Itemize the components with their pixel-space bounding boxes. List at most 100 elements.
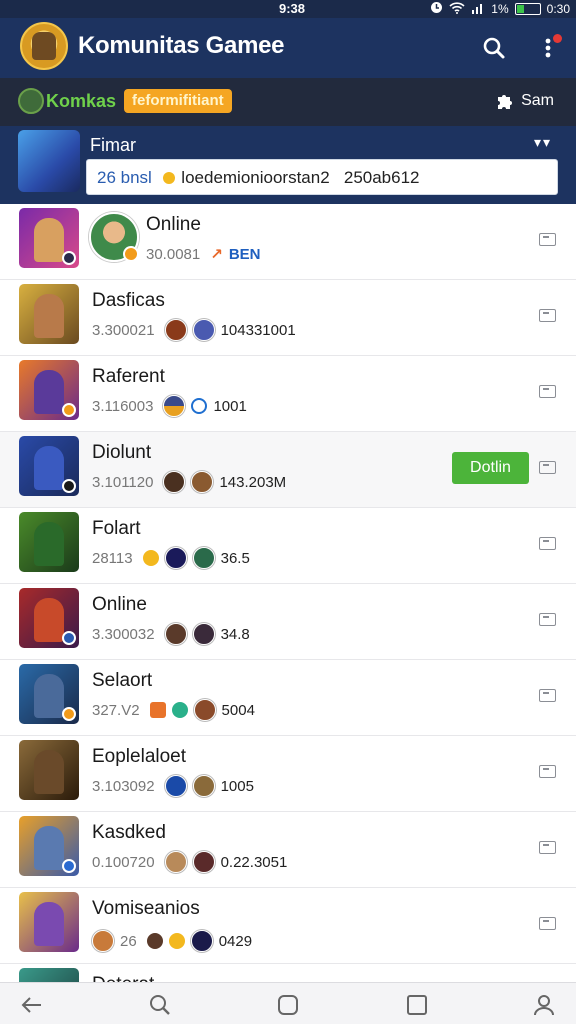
member-avatar bbox=[192, 851, 215, 873]
item-title: Online bbox=[92, 594, 147, 615]
item-title: Vomiseanios bbox=[92, 898, 200, 919]
member-avatar bbox=[192, 547, 215, 569]
list-item[interactable]: 26 0429 Vomiseanios bbox=[0, 888, 576, 964]
list-item[interactable]: Online 30.0081 ↗ BEN bbox=[0, 204, 576, 280]
more-button[interactable] bbox=[534, 34, 562, 62]
featured-card[interactable]: Fimar ▾▾ 26 bnsl loedemionioorstan2 250a… bbox=[0, 126, 576, 204]
signal-icon bbox=[471, 2, 485, 17]
member-avatar bbox=[163, 471, 186, 493]
game-thumbnail bbox=[19, 512, 79, 572]
list-item[interactable]: Raferent 3.116003 1001 bbox=[0, 356, 576, 432]
community-icon bbox=[18, 88, 44, 114]
message-icon[interactable] bbox=[539, 385, 556, 398]
nav-search[interactable] bbox=[146, 991, 174, 1019]
item-code: 3.300032 bbox=[92, 625, 155, 643]
member-avatar bbox=[191, 471, 214, 493]
item-value: 5004 bbox=[221, 701, 255, 719]
item-value: 34.8 bbox=[220, 625, 250, 643]
list-item[interactable]: Diolunt 3.101120 143.203M Dotlin bbox=[0, 432, 576, 508]
game-thumbnail bbox=[19, 360, 79, 420]
game-thumbnail bbox=[19, 740, 79, 800]
member-avatar bbox=[193, 699, 216, 721]
coin-icon bbox=[162, 172, 175, 184]
item-title: Selaort bbox=[92, 670, 153, 691]
item-meta: 26 0429 bbox=[92, 928, 252, 954]
arrow-icon: ↗ bbox=[210, 246, 223, 263]
download-button[interactable]: Dotlin bbox=[452, 452, 529, 484]
item-value: 104331001 bbox=[220, 321, 296, 339]
gift-icon bbox=[149, 702, 166, 718]
list-item[interactable]: Folart 28113 36.5 bbox=[0, 508, 576, 584]
puzzle-icon bbox=[498, 95, 513, 109]
coin-icon bbox=[168, 933, 185, 949]
message-icon[interactable] bbox=[539, 613, 556, 626]
message-icon[interactable] bbox=[539, 537, 556, 550]
back-icon bbox=[21, 997, 41, 1013]
item-title: Folart bbox=[92, 518, 141, 539]
member-avatar bbox=[192, 623, 215, 645]
logo-character bbox=[32, 32, 56, 60]
chevron-down-icon[interactable]: ▾▾ bbox=[534, 134, 552, 151]
game-thumbnail bbox=[19, 284, 79, 344]
item-value: 0429 bbox=[218, 932, 253, 950]
member-avatar bbox=[164, 623, 187, 645]
item-value: 143.203M bbox=[219, 473, 287, 491]
item-code: 3.116003 bbox=[92, 397, 154, 415]
message-icon[interactable] bbox=[539, 689, 556, 702]
notification-dot bbox=[553, 34, 562, 43]
battery-percent: 1% bbox=[491, 2, 509, 16]
item-title: Diolunt bbox=[92, 442, 152, 463]
member-avatar bbox=[163, 395, 186, 417]
item-value: 1005 bbox=[220, 777, 254, 795]
message-icon[interactable] bbox=[539, 917, 556, 930]
item-code: 3.101120 bbox=[92, 473, 154, 491]
message-icon[interactable] bbox=[539, 461, 556, 474]
message-icon[interactable] bbox=[539, 309, 556, 322]
game-thumbnail bbox=[19, 816, 79, 876]
status-icon bbox=[171, 702, 188, 718]
item-title: Kasdked bbox=[92, 822, 166, 843]
item-code: 30.0081 bbox=[146, 245, 201, 263]
list-item[interactable]: Dasficas 3.300021 104331001 bbox=[0, 280, 576, 356]
community-banner: Komkas feformifitiant Sam bbox=[0, 78, 576, 126]
more-icon bbox=[545, 38, 551, 58]
member-avatar bbox=[192, 319, 215, 341]
list-item[interactable]: Eoplelaloet 3.103092 1005 bbox=[0, 736, 576, 812]
game-thumbnail bbox=[19, 892, 79, 952]
item-meta: 327.V2 5004 bbox=[92, 697, 255, 723]
sam-label: Sam bbox=[521, 92, 554, 109]
message-icon[interactable] bbox=[539, 841, 556, 854]
message-icon[interactable] bbox=[539, 765, 556, 778]
list-item[interactable]: Kasdked 0.100720 0.22.3051 bbox=[0, 812, 576, 888]
item-meta: 3.300021 104331001 bbox=[92, 317, 296, 343]
featured-title: Fimar bbox=[90, 135, 136, 155]
nav-recents[interactable] bbox=[403, 991, 431, 1019]
item-title: Raferent bbox=[92, 366, 165, 387]
featured-thumbnail bbox=[18, 130, 80, 192]
list-item[interactable]: Online 3.300032 34.8 bbox=[0, 584, 576, 660]
bottom-navigation bbox=[0, 982, 576, 1024]
community-tag[interactable]: feformifitiant bbox=[124, 89, 232, 113]
message-icon[interactable] bbox=[539, 233, 556, 246]
recents-icon bbox=[407, 995, 427, 1015]
item-meta: 3.101120 143.203M bbox=[92, 469, 286, 495]
item-meta: 30.0081 ↗ BEN bbox=[146, 241, 260, 267]
status-icons: 1% 0:30 bbox=[430, 0, 570, 18]
community-name: Komkas bbox=[46, 91, 117, 111]
nav-profile[interactable] bbox=[530, 991, 558, 1019]
item-meta: 3.300032 34.8 bbox=[92, 621, 250, 647]
sam-action[interactable]: Sam bbox=[495, 92, 554, 110]
nav-back[interactable] bbox=[18, 991, 46, 1019]
list-item[interactable]: Selaort 327.V2 5004 bbox=[0, 660, 576, 736]
app-root: 9:38 1% 0:30 Komunitas Gamee Komkas fefo… bbox=[0, 0, 576, 1024]
search-button[interactable] bbox=[480, 34, 508, 62]
item-title: Online bbox=[146, 214, 201, 235]
item-meta: 3.116003 1001 bbox=[92, 393, 247, 419]
app-logo bbox=[20, 22, 68, 70]
nav-home[interactable] bbox=[274, 991, 302, 1019]
item-meta: 28113 36.5 bbox=[92, 545, 250, 571]
member-avatar bbox=[164, 547, 187, 569]
item-value: 1001 bbox=[213, 397, 247, 415]
game-thumbnail bbox=[19, 208, 79, 268]
featured-value: 250ab612 bbox=[343, 168, 420, 187]
